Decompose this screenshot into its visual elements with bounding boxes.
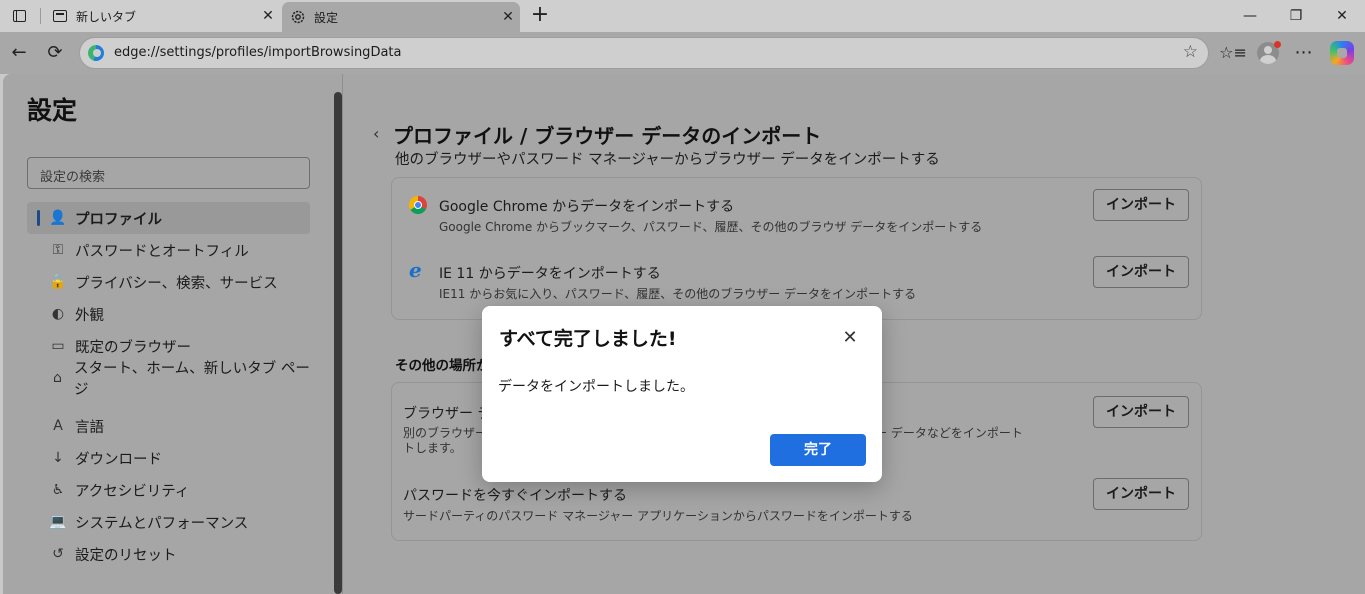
dialog-title: すべて完了しました!: [499, 328, 677, 350]
tab-actions-button[interactable]: [8, 5, 30, 27]
close-icon[interactable]: ✕: [838, 326, 862, 350]
more-options-icon[interactable]: ⋯: [1290, 39, 1318, 67]
profile-icon: 👤: [49, 210, 67, 226]
ie-logo-icon: e: [409, 258, 422, 282]
import-sources-card: Google Chrome からデータをインポートする Google Chrom…: [391, 177, 1202, 320]
sidebar-item-label: 外観: [75, 307, 104, 324]
sidebar-item-label: 言語: [75, 419, 104, 436]
tab-actions-icon: [12, 10, 26, 22]
import-complete-dialog: すべて完了しました! ✕ データをインポートしました。 完了: [482, 306, 882, 482]
done-button[interactable]: 完了: [770, 434, 866, 466]
sidebar-item-languages[interactable]: A 言語: [27, 410, 310, 442]
minimize-button[interactable]: —: [1227, 0, 1273, 32]
tab-settings[interactable]: 設定 ✕: [282, 2, 520, 32]
chrome-logo-icon: [409, 196, 427, 214]
row-title: パスワードを今すぐインポートする: [403, 488, 627, 504]
sidebar-title: 設定: [27, 96, 78, 125]
dialog-message: データをインポートしました。: [498, 379, 694, 395]
settings-search-input[interactable]: 設定の検索: [27, 157, 310, 189]
row-description: IE11 からお気に入り、パスワード、履歴、その他のブラウザー データをインポー…: [439, 287, 917, 301]
back-button[interactable]: ←: [5, 39, 33, 67]
sidebar-item-label: スタート、ホーム、新しいタブ ページ: [73, 361, 310, 398]
copilot-icon[interactable]: [1330, 41, 1354, 65]
row-title: Google Chrome からデータをインポートする: [439, 199, 735, 215]
key-icon: ⚿: [52, 242, 64, 258]
sidebar-item-label: ダウンロード: [75, 451, 162, 468]
sidebar-item-accessibility[interactable]: ♿ アクセシビリティ: [27, 474, 310, 506]
notification-dot: [1274, 41, 1281, 48]
sidebar-item-label: プロファイル: [75, 211, 162, 228]
import-ie-button[interactable]: インポート: [1093, 256, 1189, 288]
row-description: サードパーティのパスワード マネージャー アプリケーションからパスワードをインポ…: [403, 509, 913, 523]
import-chrome-button[interactable]: インポート: [1093, 189, 1189, 221]
sidebar-item-label: システムとパフォーマンス: [75, 515, 249, 532]
new-tab-page-icon: [52, 8, 68, 24]
sidebar-item-reset[interactable]: ↺ 設定のリセット: [27, 538, 310, 570]
close-tab-icon[interactable]: ✕: [496, 9, 520, 25]
favorite-star-icon[interactable]: ☆: [1183, 42, 1198, 62]
tab-bar: 新しいタブ ✕ 設定 ✕ + — ❐ ✕: [0, 0, 1365, 32]
url-text[interactable]: edge://settings/profiles/importBrowsingD…: [114, 45, 401, 60]
address-bar[interactable]: edge://settings/profiles/importBrowsingD…: [79, 37, 1209, 69]
tab-separator: [40, 8, 41, 24]
sidebar-item-privacy[interactable]: 🔒 プライバシー、検索、サービス: [27, 266, 310, 298]
tab-label: 新しいタブ: [76, 9, 137, 24]
page-title: プロファイル / ブラウザー データのインポート: [393, 124, 822, 148]
edge-logo-icon: [88, 45, 104, 61]
close-window-button[interactable]: ✕: [1319, 0, 1365, 32]
import-passwords-button[interactable]: インポート: [1093, 478, 1189, 510]
sidebar: 設定 設定の検索 👤 プロファイル ⚿ パスワードとオートフィル 🔒 プライバシ…: [3, 74, 333, 594]
sidebar-item-profiles[interactable]: 👤 プロファイル: [27, 202, 310, 234]
language-icon: A: [53, 418, 63, 434]
maximize-button[interactable]: ❐: [1273, 0, 1319, 32]
new-tab-button[interactable]: +: [528, 3, 552, 27]
favorites-icon[interactable]: ☆≡: [1219, 39, 1247, 67]
page-subtitle: 他のブラウザーやパスワード マネージャーからブラウザー データをインポートする: [395, 152, 940, 168]
sidebar-item-passwords[interactable]: ⚿ パスワードとオートフィル: [27, 234, 310, 266]
gear-icon: [290, 9, 306, 25]
import-browser-data-button[interactable]: インポート: [1093, 396, 1189, 428]
download-icon: ↓: [52, 450, 64, 466]
sidebar-item-start-home[interactable]: ⌂ スタート、ホーム、新しいタブ ページ: [27, 361, 310, 398]
tab-new-tab[interactable]: 新しいタブ ✕: [44, 3, 280, 29]
sidebar-item-appearance[interactable]: ◐ 外観: [27, 298, 310, 330]
row-title: IE 11 からデータをインポートする: [439, 266, 661, 282]
sidebar-divider: [342, 74, 343, 594]
back-chevron-icon[interactable]: ‹: [373, 124, 379, 143]
tab-label: 設定: [314, 10, 339, 25]
reload-button[interactable]: ⟳: [41, 39, 69, 67]
laptop-icon: 💻: [49, 514, 67, 530]
palette-icon: ◐: [51, 306, 65, 322]
sidebar-item-downloads[interactable]: ↓ ダウンロード: [27, 442, 310, 474]
sidebar-item-label: 設定のリセット: [75, 547, 177, 564]
sidebar-item-label: 既定のブラウザー: [75, 339, 191, 356]
row-description: Google Chrome からブックマーク、パスワード、履歴、その他のブラウザ…: [439, 220, 983, 234]
sidebar-item-system[interactable]: 💻 システムとパフォーマンス: [27, 506, 310, 538]
browser-window-icon: ▭: [51, 338, 65, 354]
sidebar-scrollbar[interactable]: [334, 92, 342, 594]
row-description-line: トします。: [403, 441, 462, 455]
sidebar-item-label: パスワードとオートフィル: [75, 243, 249, 260]
toolbar: ← ⟳ edge://settings/profiles/importBrows…: [0, 32, 1365, 74]
close-tab-icon[interactable]: ✕: [256, 8, 280, 24]
reset-icon: ↺: [52, 546, 64, 562]
sidebar-item-label: プライバシー、検索、サービス: [75, 275, 278, 292]
home-icon: ⌂: [53, 370, 62, 386]
sidebar-item-label: アクセシビリティ: [75, 483, 190, 500]
accessibility-icon: ♿: [51, 482, 65, 498]
lock-icon: 🔒: [49, 274, 67, 290]
